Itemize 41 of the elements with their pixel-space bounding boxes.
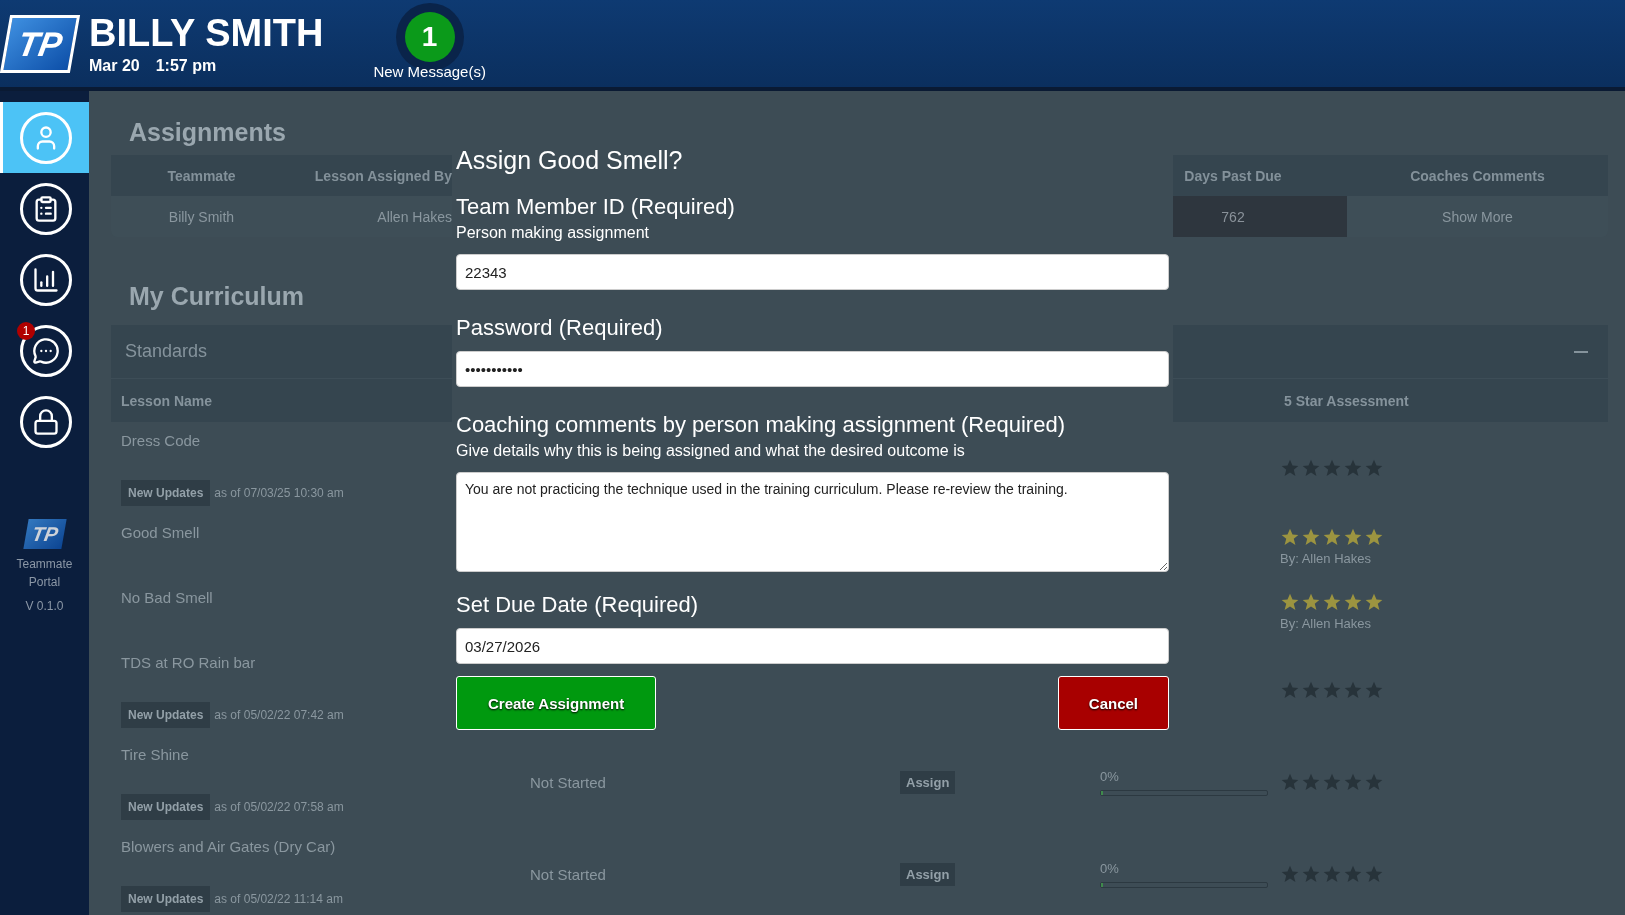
user-name: BILLY SMITH	[89, 12, 324, 53]
update-badge: New Updates	[121, 886, 211, 912]
rated-by: By: Allen Hakes	[1280, 551, 1372, 566]
logo: TP	[0, 14, 81, 73]
message-count: 1	[404, 12, 455, 62]
update-badge: New Updates	[121, 794, 211, 820]
time: 1:57 pm	[155, 56, 217, 75]
progress-value: 0%	[1100, 860, 1120, 876]
column-header: Days Past Due	[1184, 167, 1282, 184]
field-label: Coaching comments by person making assignment (Required)	[456, 412, 1066, 438]
logo: TP	[22, 519, 67, 549]
section-title: Assignments	[129, 118, 286, 147]
version: V 0.1.0	[24, 598, 65, 615]
progress-value: 0%	[1100, 768, 1120, 784]
section-name: Standards	[125, 341, 208, 362]
column-header: Lesson Name	[121, 392, 213, 409]
lesson-status: Not Started	[530, 865, 606, 883]
column-header: 5 Star Assessment	[1284, 392, 1409, 409]
update-badge: New Updates	[121, 702, 211, 728]
field-label: Team Member ID (Required)	[456, 194, 736, 220]
section-title: My Curriculum	[129, 282, 305, 311]
update-date: as of 05/02/22 11:14 am	[214, 892, 343, 906]
field-hint: Person making assignment	[456, 224, 650, 242]
update-date: as of 05/02/22 07:42 am	[214, 708, 344, 722]
update-badge: New Updates	[121, 480, 211, 506]
field-label: Password (Required)	[456, 315, 664, 341]
lesson-status: Not Started	[530, 773, 606, 791]
update-date: as of 05/02/22 07:58 am	[214, 800, 344, 814]
field-hint: Give details why this is being assigned and what the desired outcome is	[456, 442, 966, 460]
date: Mar 20	[89, 56, 140, 75]
field-label: Set Due Date (Required)	[456, 592, 700, 618]
notification-badge: 1	[17, 321, 35, 340]
dialog-title: Assign Good Smell?	[456, 146, 684, 175]
column-header: Teammate	[167, 167, 236, 184]
table-cell-text: Billy Smith	[167, 207, 236, 227]
table-cell: Allen Hakes	[377, 208, 452, 225]
column-header: Coaches Comments	[1410, 167, 1545, 184]
update-date: as of 07/03/25 10:30 am	[214, 486, 344, 500]
app-name: Teammate Portal	[15, 556, 74, 591]
column-header: Lesson Assigned By	[314, 167, 452, 184]
rated-by: By: Allen Hakes	[1280, 616, 1372, 631]
